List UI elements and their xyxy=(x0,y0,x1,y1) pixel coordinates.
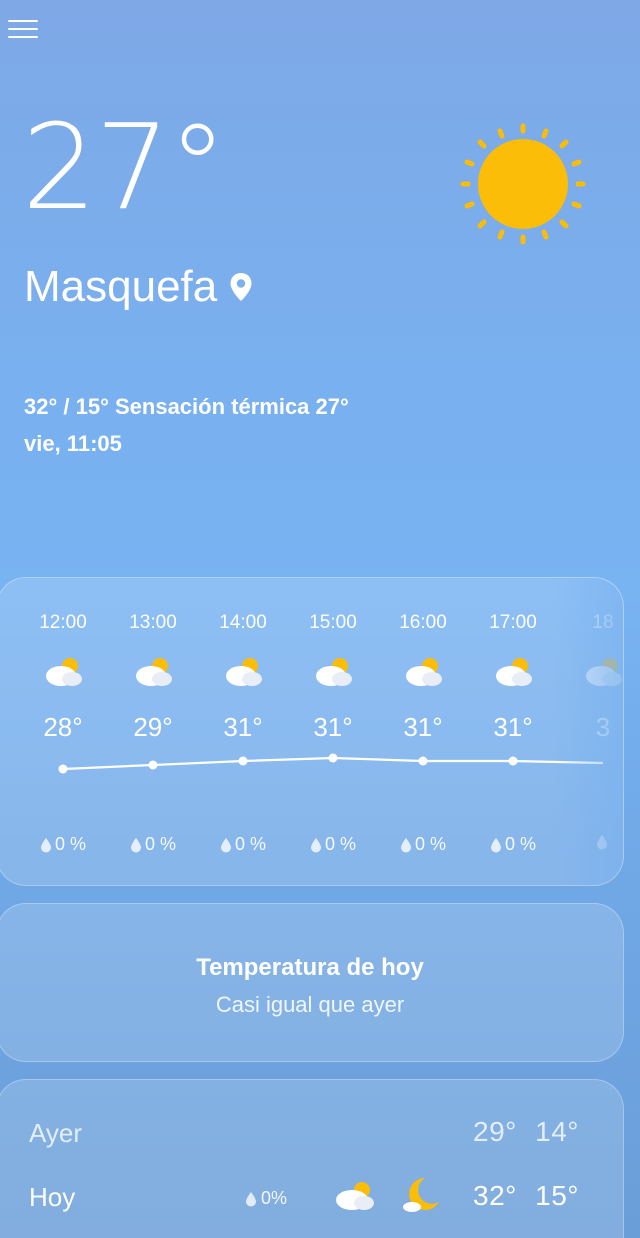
partly-cloudy-icon xyxy=(316,658,352,686)
today-temperature-title: Temperatura de hoy xyxy=(196,954,424,981)
trend-point xyxy=(328,753,338,763)
trend-point xyxy=(508,756,518,766)
daily-forecast-card[interactable]: Ayer 29° 14° Hoy 0% 32° 15° xyxy=(0,1079,624,1238)
hour-time: 14:00 xyxy=(219,612,267,633)
menu-icon-bar xyxy=(8,20,38,22)
raindrop-icon xyxy=(400,837,411,852)
today-temperature-subtitle: Casi igual que ayer xyxy=(215,992,405,1017)
day-rain-value: 0% xyxy=(261,1188,288,1208)
current-temperature: 27° xyxy=(22,98,227,236)
partly-cloudy-icon xyxy=(406,658,442,686)
hour-time: 13:00 xyxy=(129,612,177,633)
hour-temperature: 29° xyxy=(133,712,173,742)
sun-icon xyxy=(460,123,586,245)
raindrop-icon xyxy=(246,1191,256,1206)
moon-cloud-icon xyxy=(403,1178,439,1212)
hourly-forecast-card[interactable]: 12:00 28° 0 % 13:00 29° 0 % 14:00 31° 0 … xyxy=(0,577,624,886)
hour-rain-value: 0 % xyxy=(144,834,177,854)
hour-rain-value: 0 % xyxy=(414,834,447,854)
hour-rain-value: 0 % xyxy=(504,834,537,854)
day-row-yesterday[interactable]: Ayer 29° 14° xyxy=(0,1112,625,1156)
location-row[interactable]: Masquefa xyxy=(24,262,253,312)
day-precipitation: 0% xyxy=(245,1188,287,1209)
hour-rain-value: 0 % xyxy=(54,834,87,854)
trend-point xyxy=(58,764,68,774)
trend-point xyxy=(148,760,158,770)
city-name: Masquefa xyxy=(24,262,218,311)
partly-cloudy-icon xyxy=(226,658,262,686)
day-name: Hoy xyxy=(29,1182,76,1212)
day-high: 32° xyxy=(473,1180,517,1211)
trend-point xyxy=(418,756,428,766)
hour-precipitation: 0 % xyxy=(378,834,468,855)
partly-cloudy-icon xyxy=(46,658,82,686)
day-low: 15° xyxy=(535,1180,579,1211)
date-time: vie, 11:05 xyxy=(24,431,122,456)
menu-icon-bar xyxy=(8,28,38,30)
partly-cloudy-icon xyxy=(336,1182,374,1210)
hour-temperature: 28° xyxy=(43,712,83,742)
raindrop-icon xyxy=(220,837,231,852)
day-high-low: 32° 15° xyxy=(473,1180,579,1212)
hour-time: 15:00 xyxy=(309,612,357,633)
hour-rain-value: 0 % xyxy=(324,834,357,854)
day-high: 29° xyxy=(473,1116,517,1147)
day-row-today[interactable]: Hoy 0% 32° 15° xyxy=(0,1176,625,1220)
menu-icon-bar xyxy=(8,36,38,38)
hour-precipitation: 0 % xyxy=(108,834,198,855)
raindrop-icon xyxy=(40,837,51,852)
hour-temperature: 31° xyxy=(493,712,533,742)
hour-precipitation: 0 % xyxy=(198,834,288,855)
hour-rain-value: 0 % xyxy=(234,834,267,854)
location-pin-icon xyxy=(230,273,252,301)
hour-temperature: 31° xyxy=(403,712,443,742)
hour-precipitation: 0 % xyxy=(288,834,378,855)
raindrop-icon xyxy=(490,837,501,852)
hour-temperature: 31° xyxy=(313,712,353,742)
hour-precipitation: 0 % xyxy=(18,834,108,855)
hour-time: 16:00 xyxy=(399,612,447,633)
hour-time: 17:00 xyxy=(489,612,537,633)
hour-precipitation: 0 % xyxy=(468,834,558,855)
partly-cloudy-icon xyxy=(136,658,172,686)
menu-button[interactable] xyxy=(8,14,40,46)
day-low: 14° xyxy=(535,1116,579,1147)
day-high-low: 29° 14° xyxy=(473,1116,579,1148)
partly-cloudy-icon xyxy=(496,658,532,686)
raindrop-icon xyxy=(310,837,321,852)
day-name: Ayer xyxy=(29,1118,82,1148)
scroll-fade xyxy=(553,578,623,885)
hour-temperature: 31° xyxy=(223,712,263,742)
high-low-feels: 32° / 15° Sensación térmica 27° xyxy=(24,394,349,419)
hour-time: 12:00 xyxy=(39,612,87,633)
trend-point xyxy=(238,756,248,766)
today-temperature-card[interactable]: Temperatura de hoy Casi igual que ayer xyxy=(0,903,624,1062)
raindrop-icon xyxy=(130,837,141,852)
current-details: 32° / 15° Sensación térmica 27° vie, 11:… xyxy=(24,388,349,462)
